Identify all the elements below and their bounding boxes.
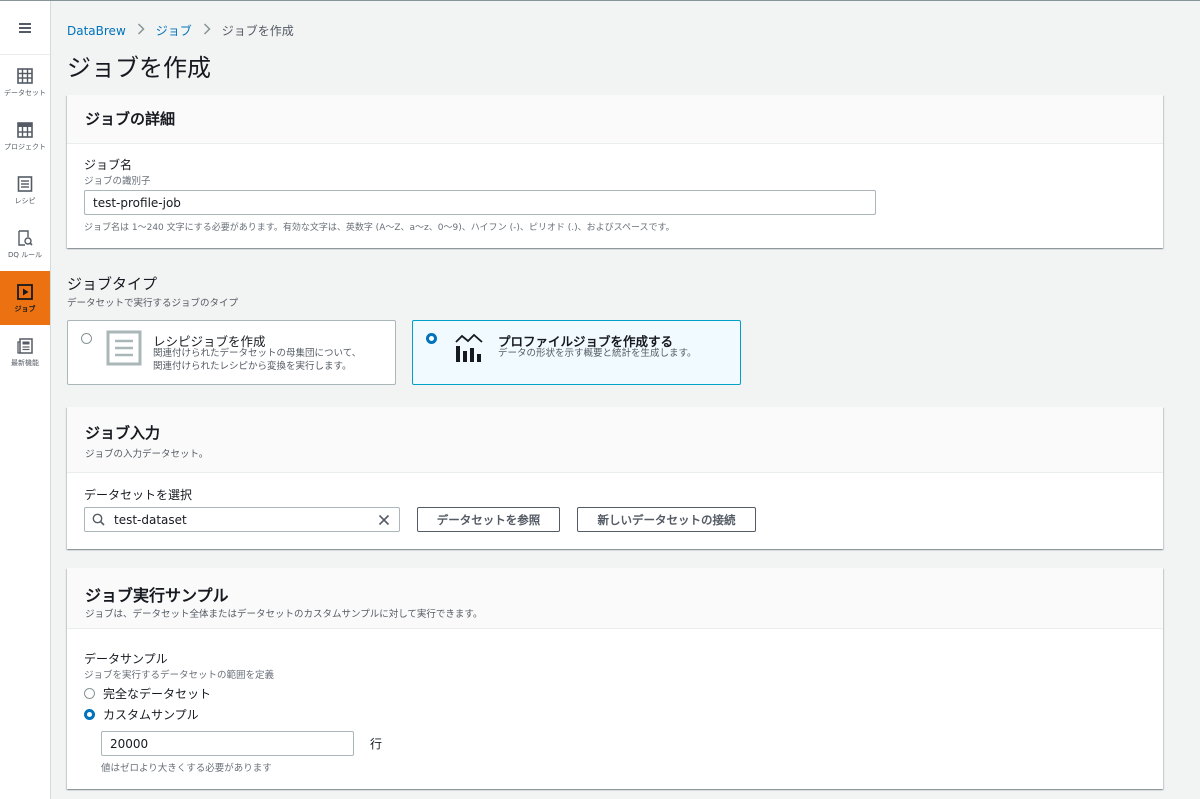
sidebar-item-label: 最新機能	[11, 358, 39, 367]
list-document-icon	[16, 175, 34, 193]
sidebar-item-dq-rules[interactable]: DQ ルール	[0, 217, 50, 271]
sidebar-item-label: データセット	[4, 88, 46, 97]
full-dataset-radio[interactable]	[84, 688, 95, 699]
dataset-search-input[interactable]: test-dataset	[84, 507, 400, 532]
job-name-constraint: ジョブ名は 1～240 文字にする必要があります。有効な文字は、英数字 (A～Z…	[84, 223, 675, 233]
description-line: データの形状を示す概要と統計を生成します。	[498, 348, 697, 359]
recipe-job-description: 関連付けられたデータセットの母集団について、 関連付けられたレシピから変換を実行…	[153, 347, 361, 373]
description-line: 関連付けられたレシピから変換を実行します。	[153, 361, 352, 372]
job-name-input[interactable]: test-profile-job	[84, 190, 876, 215]
top-border	[0, 0, 1200, 1]
breadcrumb-databrew[interactable]: DataBrew	[67, 24, 126, 38]
sidebar-item-whats-new[interactable]: 最新機能	[0, 325, 50, 379]
job-name-label: ジョブ名	[84, 158, 133, 172]
recipe-list-icon	[106, 330, 142, 366]
newspaper-icon	[16, 337, 34, 355]
sidebar: データセット プロジェクト レシピ DQ ルール ジョブ 最新機能	[0, 1, 51, 799]
breadcrumb-jobs[interactable]: ジョブ	[156, 22, 192, 39]
custom-sample-label: カスタムサンプル	[103, 708, 199, 722]
project-grid-icon	[16, 121, 34, 139]
dataset-select-label: データセットを選択	[84, 488, 193, 502]
job-input-panel: ジョブ入力 ジョブの入力データセット。 データセットを選択 test-datas…	[67, 407, 1163, 549]
panel-title: ジョブ実行サンプル	[85, 586, 229, 605]
profile-job-tile[interactable]: プロファイルジョブを作成する データの形状を示す概要と統計を生成します。	[412, 320, 741, 385]
hamburger-icon	[19, 22, 31, 33]
data-sample-description: ジョブを実行するデータセットの範囲を定義	[84, 670, 275, 681]
row-count-input[interactable]: 20000	[101, 731, 354, 756]
data-sample-label: データサンプル	[84, 652, 168, 666]
breadcrumb-current: ジョブを作成	[221, 24, 294, 38]
panel-description: ジョブは、データセット全体またはデータセットのカスタムサンプルに対して実行できま…	[85, 609, 483, 620]
full-dataset-label: 完全なデータセット	[103, 687, 212, 701]
close-icon[interactable]	[377, 513, 391, 527]
chevron-right-icon	[203, 23, 211, 38]
profile-job-description: データの形状を示す概要と統計を生成します。	[498, 347, 697, 360]
panel-description: ジョブの入力データセット。	[85, 449, 209, 460]
menu-toggle-button[interactable]	[0, 1, 50, 55]
custom-sample-option[interactable]: カスタムサンプル	[84, 706, 199, 723]
panel-title: ジョブの詳細	[85, 110, 176, 128]
browse-datasets-button[interactable]: データセットを参照	[417, 507, 560, 532]
sidebar-item-projects[interactable]: プロジェクト	[0, 109, 50, 163]
job-sample-panel: ジョブ実行サンプル ジョブは、データセット全体またはデータセットのカスタムサンプ…	[67, 568, 1163, 789]
row-count-constraint: 値はゼロより大きくする必要があります	[101, 763, 272, 774]
full-dataset-option[interactable]: 完全なデータセット	[84, 685, 211, 702]
sidebar-item-label: プロジェクト	[4, 142, 46, 151]
custom-sample-radio[interactable]	[84, 709, 95, 720]
table-grid-icon	[16, 67, 34, 85]
connect-new-dataset-button[interactable]: 新しいデータセットの接続	[577, 507, 756, 532]
job-type-title: ジョブタイプ	[67, 275, 158, 293]
sidebar-item-label: レシピ	[14, 196, 36, 205]
sidebar-item-label: DQ ルール	[7, 250, 43, 259]
chevron-right-icon	[137, 23, 145, 38]
panel-title: ジョブ入力	[85, 424, 161, 442]
play-box-icon	[16, 283, 34, 301]
dataset-search-value: test-dataset	[114, 512, 187, 527]
recipe-job-tile[interactable]: レシピジョブを作成 関連付けられたデータセットの母集団について、 関連付けられた…	[67, 320, 396, 385]
description-line: 関連付けられたデータセットの母集団について、	[153, 348, 362, 359]
job-name-description: ジョブの識別子	[84, 176, 151, 187]
job-details-panel: ジョブの詳細 ジョブ名 ジョブの識別子 test-profile-job ジョブ…	[67, 95, 1163, 248]
recipe-job-radio[interactable]	[81, 333, 92, 344]
row-unit-label: 行	[370, 737, 383, 751]
panel-header: ジョブの詳細	[67, 95, 1163, 144]
panel-header: ジョブ実行サンプル ジョブは、データセット全体またはデータセットのカスタムサンプ…	[67, 568, 1163, 629]
document-search-icon	[16, 229, 34, 247]
sidebar-item-recipes[interactable]: レシピ	[0, 163, 50, 217]
page-title: ジョブを作成	[67, 54, 211, 82]
bar-chart-icon	[451, 330, 487, 366]
search-icon	[92, 513, 106, 527]
profile-job-radio[interactable]	[426, 333, 437, 344]
breadcrumb: DataBrew ジョブ ジョブを作成	[67, 22, 294, 39]
sidebar-item-jobs[interactable]: ジョブ	[0, 271, 50, 325]
sidebar-item-label: ジョブ	[14, 304, 36, 313]
job-type-description: データセットで実行するジョブのタイプ	[67, 298, 239, 309]
panel-header: ジョブ入力 ジョブの入力データセット。	[67, 407, 1163, 473]
sidebar-item-datasets[interactable]: データセット	[0, 55, 50, 109]
